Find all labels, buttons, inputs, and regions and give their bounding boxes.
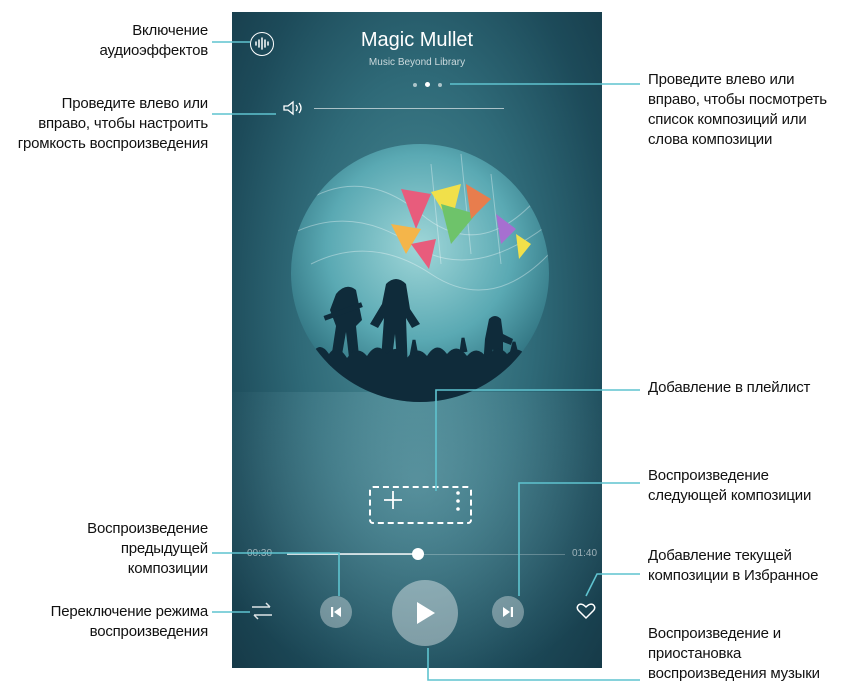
- album-art[interactable]: [291, 144, 549, 402]
- time-elapsed: 00:30: [247, 548, 273, 559]
- page-dot: [413, 83, 417, 87]
- previous-button[interactable]: [320, 596, 352, 628]
- volume-slider[interactable]: [314, 108, 504, 109]
- volume-icon[interactable]: [282, 100, 304, 116]
- player-screen: Magic Mullet Music Beyond Library 00:30 …: [232, 12, 602, 668]
- shuffle-repeat-icon[interactable]: [250, 602, 274, 620]
- time-total: 01:40: [572, 548, 598, 559]
- album-name: Music Beyond Library: [368, 57, 466, 68]
- heart-icon[interactable]: [576, 602, 596, 620]
- progress-knob[interactable]: [411, 548, 424, 560]
- page-dot: [438, 83, 442, 87]
- skip-previous-icon: [331, 607, 341, 617]
- callout-next: Воспроизведение следующей композиции: [648, 467, 812, 504]
- track-title: Magic Mullet: [360, 29, 474, 51]
- skip-next-icon: [503, 607, 513, 617]
- play-pause-button[interactable]: [392, 580, 458, 646]
- play-icon: [417, 602, 435, 624]
- callout-volume: Проведите влево или вправо, чтобы настро…: [17, 95, 208, 152]
- page-indicator[interactable]: [409, 74, 446, 92]
- progress-fill: [287, 553, 418, 555]
- next-button[interactable]: [492, 596, 524, 628]
- callout-playlist: Добавление в плейлист: [648, 379, 811, 396]
- plus-icon[interactable]: [383, 490, 403, 510]
- callout-previous: Воспроизведение предыдущей композиции: [87, 520, 208, 577]
- more-vertical-icon[interactable]: [454, 490, 462, 512]
- callout-mode: Переключение режима воспроизведения: [50, 603, 209, 640]
- callout-favorite: Добавление текущей композиции в Избранно…: [648, 547, 819, 584]
- callout-effects: Включение аудиоэффектов: [99, 22, 209, 59]
- callout-swipe: Проведите влево или вправо, чтобы посмот…: [648, 71, 827, 148]
- callout-play-pause: Воспроизведение и приостановка воспроизв…: [648, 625, 820, 682]
- page-dot-active: [425, 82, 430, 87]
